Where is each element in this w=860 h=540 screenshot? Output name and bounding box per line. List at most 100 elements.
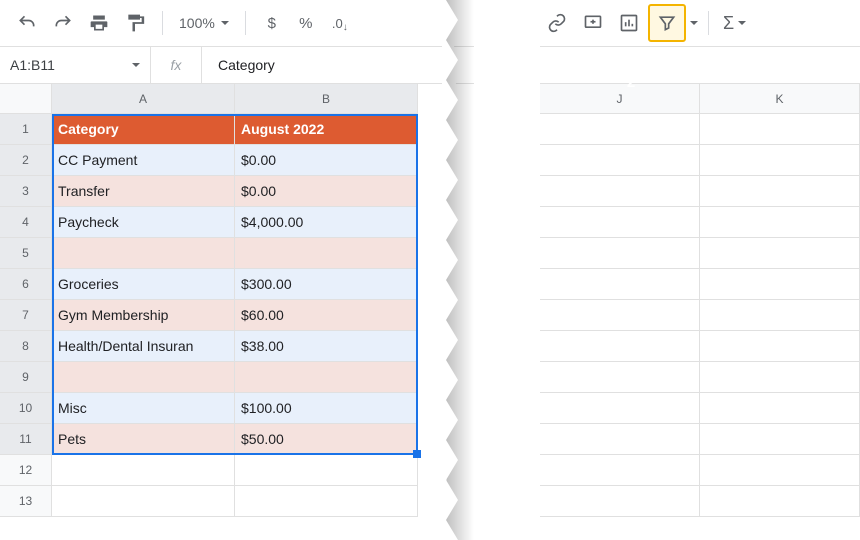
cell[interactable]: $100.00 xyxy=(235,393,418,424)
cell[interactable] xyxy=(700,207,860,238)
cell[interactable]: Misc xyxy=(52,393,235,424)
cell[interactable] xyxy=(235,238,418,269)
annotation-callout-1: 1 xyxy=(428,454,462,498)
cell[interactable] xyxy=(540,114,700,145)
cell[interactable]: CC Payment xyxy=(52,145,235,176)
cell[interactable] xyxy=(700,424,860,455)
gap-mask xyxy=(474,0,540,540)
toolbar-separator xyxy=(708,11,709,35)
cell[interactable] xyxy=(700,145,860,176)
name-box-value: A1:B11 xyxy=(10,57,55,73)
cell[interactable] xyxy=(540,176,700,207)
cell[interactable] xyxy=(700,176,860,207)
cell[interactable] xyxy=(700,393,860,424)
cell[interactable]: $60.00 xyxy=(235,300,418,331)
row-header[interactable]: 5 xyxy=(0,238,52,269)
currency-button[interactable]: $ xyxy=(256,6,288,40)
row-header[interactable]: 8 xyxy=(0,331,52,362)
cell[interactable]: Groceries xyxy=(52,269,235,300)
row-header[interactable]: 2 xyxy=(0,145,52,176)
cell[interactable] xyxy=(540,238,700,269)
cell[interactable]: $38.00 xyxy=(235,331,418,362)
cell[interactable] xyxy=(235,486,418,517)
cell[interactable] xyxy=(700,238,860,269)
cell[interactable] xyxy=(540,393,700,424)
chevron-down-icon xyxy=(738,21,746,25)
select-all-corner[interactable] xyxy=(0,84,52,114)
cell[interactable] xyxy=(540,207,700,238)
row-header[interactable]: 7 xyxy=(0,300,52,331)
row-header[interactable]: 12 xyxy=(0,455,52,486)
cells-left: Category August 2022 CC Payment $0.00 Tr… xyxy=(52,114,418,517)
cell[interactable] xyxy=(540,362,700,393)
col-header-K[interactable]: K xyxy=(700,84,860,114)
row-headers: 1 2 3 4 5 6 7 8 9 10 11 12 13 xyxy=(0,114,52,517)
cell[interactable]: Health/Dental Insuran xyxy=(52,331,235,362)
col-header-A[interactable]: A xyxy=(52,84,235,114)
print-button[interactable] xyxy=(82,6,116,40)
cell[interactable] xyxy=(52,238,235,269)
functions-button[interactable]: Σ xyxy=(719,6,750,40)
cell[interactable] xyxy=(700,331,860,362)
cell[interactable]: $50.00 xyxy=(235,424,418,455)
column-headers-right: J K xyxy=(540,84,860,114)
cell[interactable]: $0.00 xyxy=(235,145,418,176)
cell[interactable]: Category xyxy=(52,114,235,145)
insert-chart-button[interactable] xyxy=(612,6,646,40)
cell[interactable] xyxy=(235,455,418,486)
cell[interactable] xyxy=(700,486,860,517)
cell[interactable] xyxy=(700,455,860,486)
toolbar-right: Σ xyxy=(540,0,750,46)
cell[interactable] xyxy=(540,486,700,517)
insert-comment-button[interactable] xyxy=(576,6,610,40)
row-header[interactable]: 10 xyxy=(0,393,52,424)
row-header[interactable]: 6 xyxy=(0,269,52,300)
col-header-B[interactable]: B xyxy=(235,84,418,114)
name-box[interactable]: A1:B11 xyxy=(0,47,151,83)
row-header[interactable]: 11 xyxy=(0,424,52,455)
cell[interactable] xyxy=(540,331,700,362)
row-header[interactable]: 13 xyxy=(0,486,52,517)
cell[interactable]: August 2022 xyxy=(235,114,418,145)
zoom-dropdown[interactable]: 100% xyxy=(173,15,235,31)
redo-button[interactable] xyxy=(46,6,80,40)
cell[interactable] xyxy=(700,269,860,300)
filter-dropdown[interactable] xyxy=(688,21,698,25)
undo-button[interactable] xyxy=(10,6,44,40)
cell[interactable]: Pets xyxy=(52,424,235,455)
row-header[interactable]: 4 xyxy=(0,207,52,238)
cell[interactable] xyxy=(540,455,700,486)
chevron-down-icon xyxy=(690,21,698,25)
cell[interactable] xyxy=(700,300,860,331)
cell[interactable]: $0.00 xyxy=(235,176,418,207)
decrease-decimal-button[interactable]: .0↓ xyxy=(324,6,356,40)
zoom-value: 100% xyxy=(179,15,215,31)
percent-button[interactable]: % xyxy=(290,6,322,40)
annotation-callout-2: 2 xyxy=(614,54,648,98)
cell[interactable] xyxy=(52,486,235,517)
cell[interactable] xyxy=(235,362,418,393)
cell[interactable] xyxy=(700,362,860,393)
row-header[interactable]: 9 xyxy=(0,362,52,393)
cell[interactable]: Paycheck xyxy=(52,207,235,238)
row-header[interactable]: 1 xyxy=(0,114,52,145)
column-headers-left: A B xyxy=(52,84,418,114)
cell[interactable] xyxy=(540,269,700,300)
cell[interactable] xyxy=(540,145,700,176)
row-header[interactable]: 3 xyxy=(0,176,52,207)
cell[interactable] xyxy=(700,114,860,145)
toolbar-separator xyxy=(245,11,246,35)
toolbar-separator xyxy=(162,11,163,35)
cell[interactable] xyxy=(52,455,235,486)
paint-format-button[interactable] xyxy=(118,6,152,40)
cell[interactable] xyxy=(540,424,700,455)
cell[interactable]: $300.00 xyxy=(235,269,418,300)
cell[interactable]: Gym Membership xyxy=(52,300,235,331)
insert-link-button[interactable] xyxy=(540,6,574,40)
cell[interactable]: Transfer xyxy=(52,176,235,207)
cell[interactable] xyxy=(52,362,235,393)
cell[interactable] xyxy=(540,300,700,331)
cell[interactable]: $4,000.00 xyxy=(235,207,418,238)
create-filter-button[interactable] xyxy=(648,4,686,42)
chevron-down-icon xyxy=(132,63,140,67)
